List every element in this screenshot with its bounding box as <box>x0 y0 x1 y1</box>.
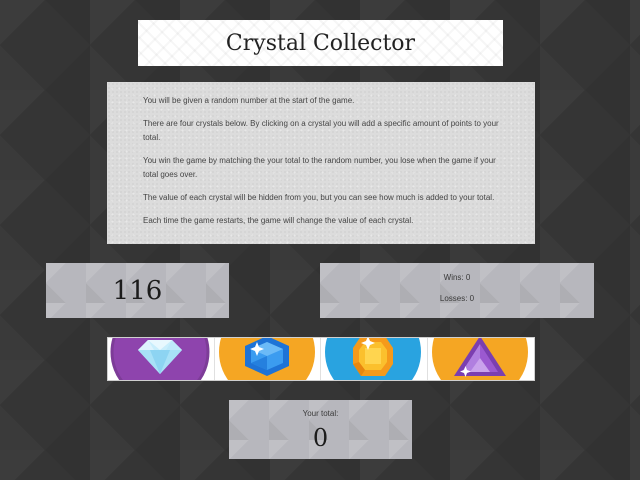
instructions-panel: You will be given a random number at the… <box>107 82 535 244</box>
title-banner: Crystal Collector <box>138 20 503 66</box>
crystal-purple-gem[interactable] <box>428 338 535 380</box>
crystal-row <box>107 337 535 381</box>
page-title: Crystal Collector <box>225 30 416 56</box>
purple-gem-icon <box>431 338 528 380</box>
score-panel: Wins: 0 Losses: 0 <box>320 263 594 318</box>
random-number-panel: 116 <box>46 263 229 318</box>
losses-count: Losses: 0 <box>439 294 475 303</box>
crystal-diamond[interactable] <box>108 338 215 380</box>
crystal-blue-gem[interactable] <box>215 338 321 380</box>
random-number: 116 <box>112 275 163 306</box>
your-total-label: Your total: <box>302 409 339 418</box>
wins-count: Wins: 0 <box>443 273 471 282</box>
instruction-text: You will be given a random number at the… <box>143 96 355 105</box>
instruction-text: There are four crystals below. By clicki… <box>143 119 499 142</box>
your-total-value: 0 <box>312 424 329 452</box>
instruction-text: The value of each crystal will be hidden… <box>143 193 495 202</box>
instruction-text: You win the game by matching the your to… <box>143 156 496 179</box>
blue-gem-icon <box>218 338 315 380</box>
crystal-orange-gem[interactable] <box>321 338 428 380</box>
instruction-text: Each time the game restarts, the game wi… <box>143 216 414 225</box>
orange-gem-icon <box>325 338 421 380</box>
diamond-icon <box>110 338 210 380</box>
your-total-panel: Your total: 0 <box>229 400 412 459</box>
